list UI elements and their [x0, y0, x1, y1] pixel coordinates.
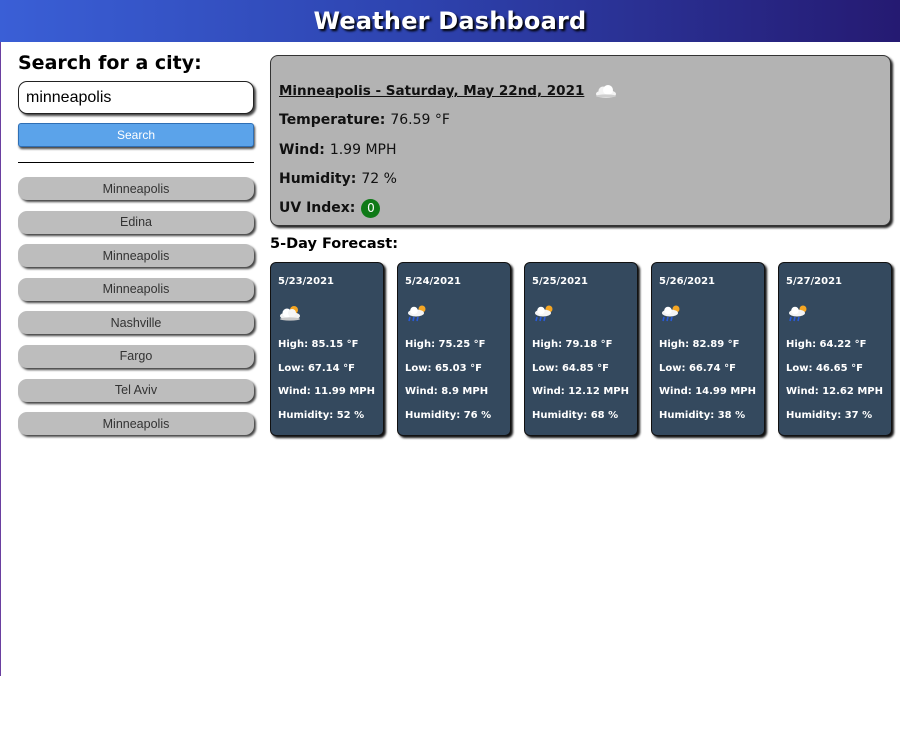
search-heading: Search for a city:	[18, 52, 202, 74]
divider	[18, 162, 254, 163]
history-button-nashville[interactable]: Nashville	[18, 311, 254, 335]
left-border	[0, 42, 1, 676]
forecast-high: High: 75.25 °F	[405, 339, 486, 350]
temperature-row: Temperature: 76.59 °F	[279, 110, 882, 130]
search-button[interactable]: Search	[18, 123, 254, 147]
forecast-wind: Wind: 14.99 MPH	[659, 386, 756, 398]
forecast-high: High: 82.89 °F	[659, 339, 740, 350]
forecast-card: 5/24/2021 High: 75.25 °F Low: 65.03 °F W…	[397, 262, 511, 436]
forecast-low: Low: 66.74 °F	[659, 362, 736, 374]
humidity-row: Humidity: 72 %	[279, 169, 882, 189]
cloud-icon	[594, 83, 618, 99]
forecast-high: High: 85.15 °F	[278, 339, 359, 350]
sun-rain-icon	[659, 303, 685, 323]
forecast-low: Low: 46.65 °F	[786, 362, 863, 374]
forecast-high: High: 79.18 °F	[532, 339, 613, 350]
forecast-wind: Wind: 11.99 MPH	[278, 386, 375, 398]
uv-index-badge: 0	[361, 198, 381, 218]
current-weather-panel: Minneapolis - Saturday, May 22nd, 2021 T…	[270, 55, 891, 226]
uv-row: UV Index: 0	[279, 198, 882, 218]
forecast-wind: Wind: 12.62 MPH	[786, 386, 883, 398]
forecast-card: 5/25/2021 High: 79.18 °F Low: 64.85 °F W…	[524, 262, 638, 436]
history-button-minneapolis[interactable]: Minneapolis	[18, 412, 254, 436]
sun-rain-icon	[532, 303, 558, 323]
forecast-high: High: 64.22 °F	[786, 339, 867, 350]
current-title-row: Minneapolis - Saturday, May 22nd, 2021	[279, 81, 882, 101]
history-button-tel-aviv[interactable]: Tel Aviv	[18, 378, 254, 402]
sidebar: Search for a city: Search Minneapolis Ed…	[18, 50, 254, 446]
history-button-edina[interactable]: Edina	[18, 210, 254, 234]
header-bar: Weather Dashboard	[0, 0, 900, 42]
forecast-date: 5/27/2021	[786, 276, 843, 287]
history-button-minneapolis[interactable]: Minneapolis	[18, 177, 254, 200]
forecast-humidity: Humidity: 76 %	[405, 409, 492, 421]
page-title: Weather Dashboard	[313, 7, 587, 35]
history-button-fargo[interactable]: Fargo	[18, 344, 254, 368]
history-button-minneapolis[interactable]: Minneapolis	[18, 244, 254, 268]
forecast-heading: 5-Day Forecast:	[270, 236, 398, 252]
search-input[interactable]	[18, 81, 254, 114]
sun-rain-icon	[405, 303, 431, 323]
forecast-card: 5/23/2021 High: 85.15 °F Low: 67.14 °F W…	[270, 262, 384, 436]
forecast-humidity: Humidity: 52 %	[278, 409, 365, 421]
forecast-wind: Wind: 8.9 MPH	[405, 386, 489, 398]
history-button-minneapolis[interactable]: Minneapolis	[18, 277, 254, 301]
uv-label: UV Index:	[279, 200, 356, 217]
forecast-low: Low: 67.14 °F	[278, 362, 355, 374]
forecast-date: 5/25/2021	[532, 276, 589, 287]
forecast-humidity: Humidity: 68 %	[532, 409, 619, 421]
wind-row: Wind: 1.99 MPH	[279, 140, 882, 160]
wind-label: Wind:	[279, 141, 325, 158]
forecast-low: Low: 64.85 °F	[532, 362, 609, 374]
temperature-value: 76.59 °F	[390, 112, 450, 129]
forecast-card: 5/27/2021 High: 64.22 °F Low: 46.65 °F W…	[778, 262, 892, 436]
forecast-humidity: Humidity: 37 %	[786, 409, 873, 421]
sun-rain-icon	[786, 303, 812, 323]
humidity-label: Humidity:	[279, 170, 357, 187]
forecast-humidity: Humidity: 38 %	[659, 409, 746, 421]
wind-value: 1.99 MPH	[329, 141, 397, 158]
humidity-value: 72 %	[361, 170, 397, 187]
sun-cloud-icon	[278, 303, 304, 323]
forecast-low: Low: 65.03 °F	[405, 362, 482, 374]
current-city-date: Minneapolis - Saturday, May 22nd, 2021	[279, 83, 585, 99]
forecast-date: 5/24/2021	[405, 276, 462, 287]
page: Weather Dashboard Search for a city: Sea…	[0, 0, 900, 736]
forecast-card: 5/26/2021 High: 82.89 °F Low: 66.74 °F W…	[651, 262, 765, 436]
forecast-date: 5/23/2021	[278, 276, 335, 287]
forecast-date: 5/26/2021	[659, 276, 716, 287]
temperature-label: Temperature:	[279, 112, 386, 129]
forecast-wind: Wind: 12.12 MPH	[532, 386, 629, 398]
